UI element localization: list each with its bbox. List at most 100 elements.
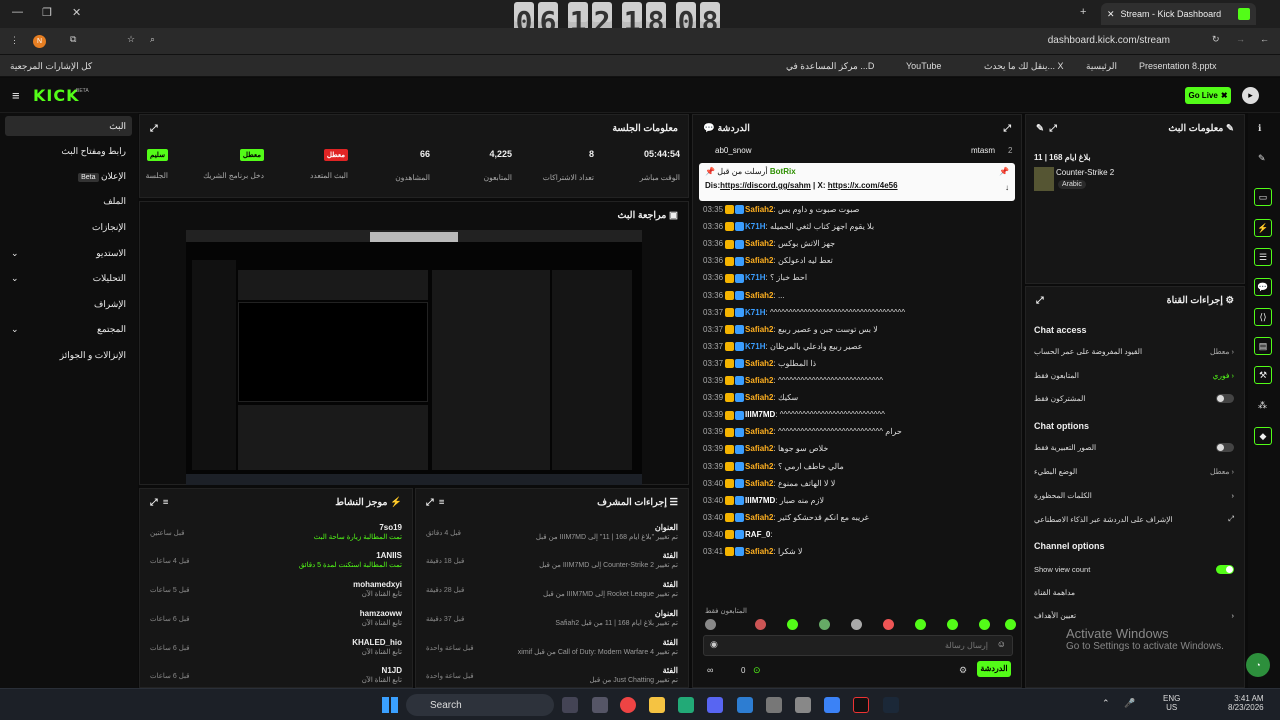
bookmark-item[interactable]: مركز المساعدة في ...D: [786, 61, 874, 72]
profile-avatar[interactable]: N: [33, 35, 46, 48]
setting-show-view-count[interactable]: Show view count: [1034, 559, 1234, 579]
setting-banned-words[interactable]: الكلمات المحظورة ›: [1034, 485, 1234, 505]
filter-icon[interactable]: ≡: [439, 497, 445, 508]
setting-goals[interactable]: تعيين الأهداف ›: [1034, 605, 1234, 625]
nav-item-stream-key[interactable]: رابط ومفتاح البث: [5, 141, 132, 161]
rail-button[interactable]: 💬: [1254, 278, 1272, 296]
expand-icon[interactable]: ⤢: [1003, 123, 1011, 134]
filter-icon[interactable]: ≡: [163, 497, 169, 508]
user-avatar[interactable]: ▸: [1242, 87, 1259, 104]
toggle[interactable]: [1216, 442, 1234, 452]
nav-item-profile[interactable]: الملف: [5, 191, 132, 211]
emote-icon[interactable]: [979, 619, 990, 630]
chat-username[interactable]: K71H: [745, 308, 765, 317]
pencil-icon[interactable]: ✎: [1258, 153, 1266, 164]
emote-icon[interactable]: [915, 619, 926, 630]
setting-followers-only[interactable]: المتابعون فقط فوري ›: [1034, 365, 1234, 385]
bookmark-item[interactable]: الرئيسية: [1086, 61, 1117, 72]
chat-username[interactable]: K71H: [745, 342, 765, 351]
stream-video[interactable]: [186, 230, 642, 485]
windows-start-icon[interactable]: [382, 697, 398, 713]
chat-username[interactable]: K71H: [745, 222, 765, 231]
chat-username[interactable]: Safiah2: [745, 547, 773, 556]
browser-tab[interactable]: ✕ Stream - Kick Dashboard: [1101, 3, 1256, 25]
taskbar-search[interactable]: Search: [406, 694, 554, 716]
chat-username[interactable]: Safiah2: [745, 359, 773, 368]
app-icon[interactable]: [592, 697, 608, 713]
rail-button[interactable]: ⚒: [1254, 366, 1272, 384]
mic-icon[interactable]: ◉: [710, 639, 718, 650]
rail-button[interactable]: ▭: [1254, 188, 1272, 206]
forward-icon[interactable]: →: [1236, 34, 1245, 44]
expand-icon[interactable]: ⤢: [150, 123, 158, 134]
setting-subscribers-only[interactable]: المشتركون فقط: [1034, 388, 1234, 408]
chat-username[interactable]: Safiah2: [745, 513, 773, 522]
lang-indicator[interactable]: ENG US: [1163, 694, 1180, 712]
settings-icon[interactable]: [795, 697, 811, 713]
pinned-link[interactable]: https://x.com/4e56: [828, 181, 898, 190]
app-icon[interactable]: [824, 697, 840, 713]
task-view-icon[interactable]: [562, 697, 578, 713]
setting-slow-mode[interactable]: الوضع البطيء معطل ›: [1034, 461, 1234, 481]
chat-username[interactable]: K71H: [745, 273, 765, 282]
edit-icon[interactable]: ✎: [1036, 123, 1044, 134]
chrome-icon[interactable]: [620, 697, 636, 713]
nav-item-achievements[interactable]: الإنجازات: [5, 217, 132, 237]
send-chat-button[interactable]: الدردشة: [977, 661, 1011, 677]
bookmark-all[interactable]: كل الإشارات المرجعية: [10, 61, 92, 72]
chat-top-user[interactable]: ab0_snow: [715, 146, 751, 155]
expand-icon[interactable]: ⤢: [426, 497, 434, 508]
chat-username[interactable]: Safiah2: [745, 291, 773, 300]
nav-item-moderation[interactable]: الإشراف: [5, 294, 132, 314]
setting-account-age[interactable]: القيود المفروضة على عمر الحساب معطل ›: [1034, 341, 1234, 361]
unpin-icon[interactable]: 📌: [999, 167, 1009, 176]
app-icon[interactable]: [766, 697, 782, 713]
pinned-link[interactable]: https://discord.gg/sahm: [720, 181, 811, 190]
settings-icon[interactable]: ⚙: [959, 665, 967, 676]
search-icon[interactable]: ⌕: [150, 34, 155, 45]
emote-icon[interactable]: [883, 619, 894, 630]
bookmark-item[interactable]: Presentation 8.pptx: [1139, 61, 1217, 71]
tab-close-icon[interactable]: ✕: [1107, 9, 1115, 20]
infinity-icon[interactable]: ∞: [707, 665, 713, 675]
emote-icon[interactable]: [1005, 619, 1016, 630]
expand-icon[interactable]: ⤢: [1049, 123, 1057, 134]
chat-username[interactable]: Safiah2: [745, 205, 773, 214]
mic-tray-icon[interactable]: 🎤: [1124, 698, 1135, 709]
back-icon[interactable]: ←: [1260, 34, 1269, 44]
restore-icon[interactable]: ❐: [42, 6, 52, 19]
rail-button[interactable]: ⚡: [1254, 219, 1272, 237]
setting-emotes-only[interactable]: الصور التعبيرية فقط: [1034, 437, 1234, 457]
toggle[interactable]: [1216, 393, 1234, 403]
emote-icon[interactable]: [819, 619, 830, 630]
menu-dots-icon[interactable]: ⋮: [10, 35, 19, 46]
emote-icon[interactable]: [787, 619, 798, 630]
emoji-icon[interactable]: ☺: [997, 639, 1006, 649]
users-icon[interactable]: ⁂: [1258, 400, 1267, 411]
rail-button[interactable]: ☰: [1254, 248, 1272, 266]
emote-icon[interactable]: [705, 619, 716, 630]
chat-username[interactable]: Safiah2: [745, 444, 773, 453]
app-icon[interactable]: [737, 697, 753, 713]
emote-icon[interactable]: [755, 619, 766, 630]
system-clock[interactable]: 3:41 AM 8/23/2026: [1228, 694, 1264, 712]
kick-logo[interactable]: KICK: [33, 86, 80, 105]
scroll-down-icon[interactable]: ↓: [1005, 183, 1009, 192]
info-icon[interactable]: ℹ: [1258, 123, 1261, 134]
nav-item-analytics[interactable]: ⌄ التحليلات: [5, 268, 132, 288]
nav-item-community[interactable]: ⌄ المجتمع: [5, 319, 132, 339]
chat-username[interactable]: Safiah2: [745, 479, 773, 488]
help-chat-icon[interactable]: ◔: [1246, 653, 1270, 677]
expand-icon[interactable]: ⤢: [1036, 295, 1044, 306]
rail-button[interactable]: ⟨⟩: [1254, 308, 1272, 326]
nav-item-ads[interactable]: Beta الإعلان: [5, 166, 132, 186]
new-tab-icon[interactable]: +: [1080, 6, 1086, 18]
chat-username[interactable]: Safiah2: [745, 393, 773, 402]
reload-icon[interactable]: ↻: [1212, 34, 1220, 45]
chat-username[interactable]: Safiah2: [745, 325, 773, 334]
tiktok-icon[interactable]: [853, 697, 869, 713]
nav-item-studio[interactable]: ⌄ الاستديو: [5, 243, 132, 263]
setting-raid-channel[interactable]: مداهمة القناة: [1034, 582, 1234, 602]
nav-item-drops[interactable]: الإنزالات و الجوائز: [5, 345, 132, 365]
url-text[interactable]: dashboard.kick.com/stream: [1048, 35, 1170, 46]
